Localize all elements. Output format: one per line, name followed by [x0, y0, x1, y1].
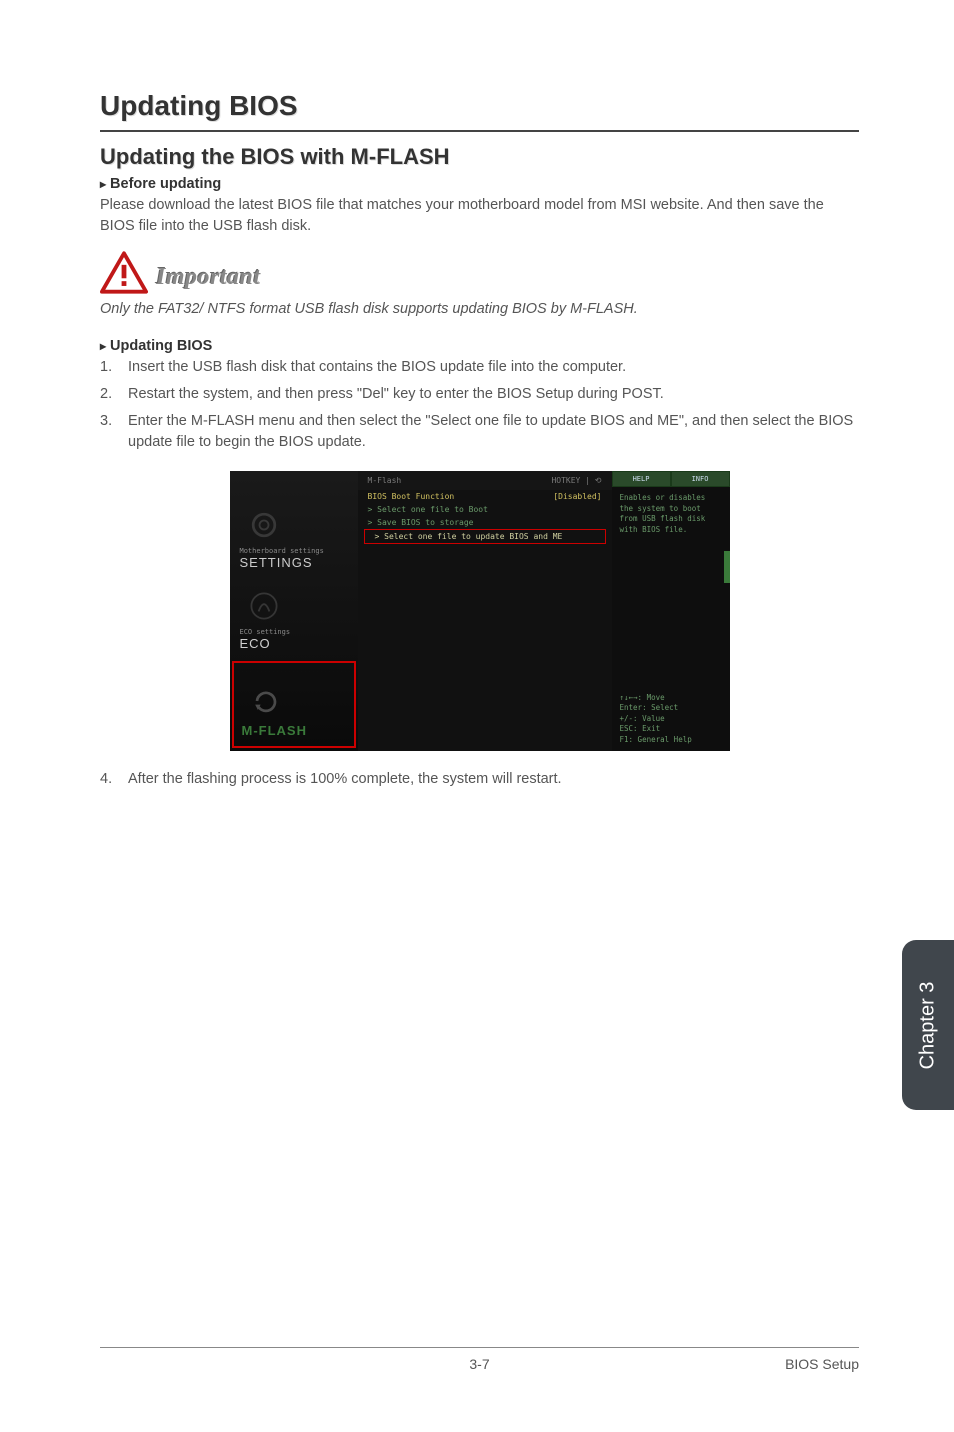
important-label: Important	[156, 264, 261, 295]
nav-settings-label: SETTINGS	[240, 555, 348, 570]
list-item: Enter the M-FLASH menu and then select t…	[100, 411, 859, 453]
bios-row-selected: > Select one file to update BIOS and ME	[364, 529, 606, 544]
bios-header: M-Flash HOTKEY | ⟲	[358, 471, 612, 490]
page-footer: 3-7 BIOS Setup	[100, 1347, 859, 1372]
bios-left-panel: Motherboard settings SETTINGS ECO settin…	[230, 471, 358, 751]
list-item: After the flashing process is 100% compl…	[100, 769, 859, 790]
bios-right-panel: HELP INFO Enables or disables the system…	[612, 471, 730, 751]
section-title: Updating the BIOS with M-FLASH	[100, 144, 859, 170]
bios-help-text: Enables or disables the system to boot f…	[612, 487, 730, 541]
nav-mflash: M-FLASH	[232, 661, 356, 748]
important-note: Only the FAT32/ NTFS format USB flash di…	[100, 299, 859, 320]
divider	[100, 130, 859, 132]
bios-row-label: BIOS Boot Function	[368, 492, 455, 501]
nav-settings-sub: Motherboard settings	[240, 547, 348, 555]
page-title: Updating BIOS	[100, 90, 859, 122]
bios-title: M-Flash	[368, 476, 402, 485]
bios-tabs: HELP INFO	[612, 471, 730, 487]
bios-row: > Save BIOS to storage	[358, 516, 612, 529]
before-updating-head: Before updating	[100, 176, 859, 192]
warning-icon	[100, 251, 148, 295]
bios-row: BIOS Boot Function [Disabled]	[358, 490, 612, 503]
chapter-label: Chapter 3	[917, 981, 940, 1069]
gear-icon	[246, 507, 282, 543]
footer-divider	[100, 1347, 859, 1348]
scroll-indicator	[724, 551, 730, 583]
list-item: Insert the USB flash disk that contains …	[100, 357, 859, 378]
steps-list-cont: After the flashing process is 100% compl…	[100, 769, 859, 790]
nav-eco: ECO settings ECO	[230, 580, 358, 661]
bios-row: > Select one file to Boot	[358, 503, 612, 516]
important-callout: Important	[100, 251, 859, 295]
leaf-icon	[246, 588, 282, 624]
bios-screenshot: Motherboard settings SETTINGS ECO settin…	[230, 471, 730, 751]
nav-eco-label: ECO	[240, 636, 348, 651]
steps-list: Insert the USB flash disk that contains …	[100, 357, 859, 453]
help-tab: HELP	[612, 471, 671, 487]
bios-hotkey: HOTKEY | ⟲	[551, 476, 601, 485]
nav-mflash-label: M-FLASH	[242, 723, 346, 738]
chapter-tab: Chapter 3	[902, 940, 954, 1110]
list-item: Restart the system, and then press "Del"…	[100, 384, 859, 405]
updating-bios-head: Updating BIOS	[100, 338, 859, 354]
bios-center-panel: M-Flash HOTKEY | ⟲ BIOS Boot Function [D…	[358, 471, 612, 751]
bios-key-help: ↑↓←→: Move Enter: Select +/-: Value ESC:…	[620, 693, 692, 746]
nav-eco-sub: ECO settings	[240, 628, 348, 636]
refresh-icon	[248, 683, 284, 719]
page-number: 3-7	[100, 1356, 859, 1372]
info-tab: INFO	[671, 471, 730, 487]
nav-settings: Motherboard settings SETTINGS	[230, 499, 358, 580]
before-updating-text: Please download the latest BIOS file tha…	[100, 195, 859, 237]
bios-row-value: [Disabled]	[553, 492, 601, 501]
